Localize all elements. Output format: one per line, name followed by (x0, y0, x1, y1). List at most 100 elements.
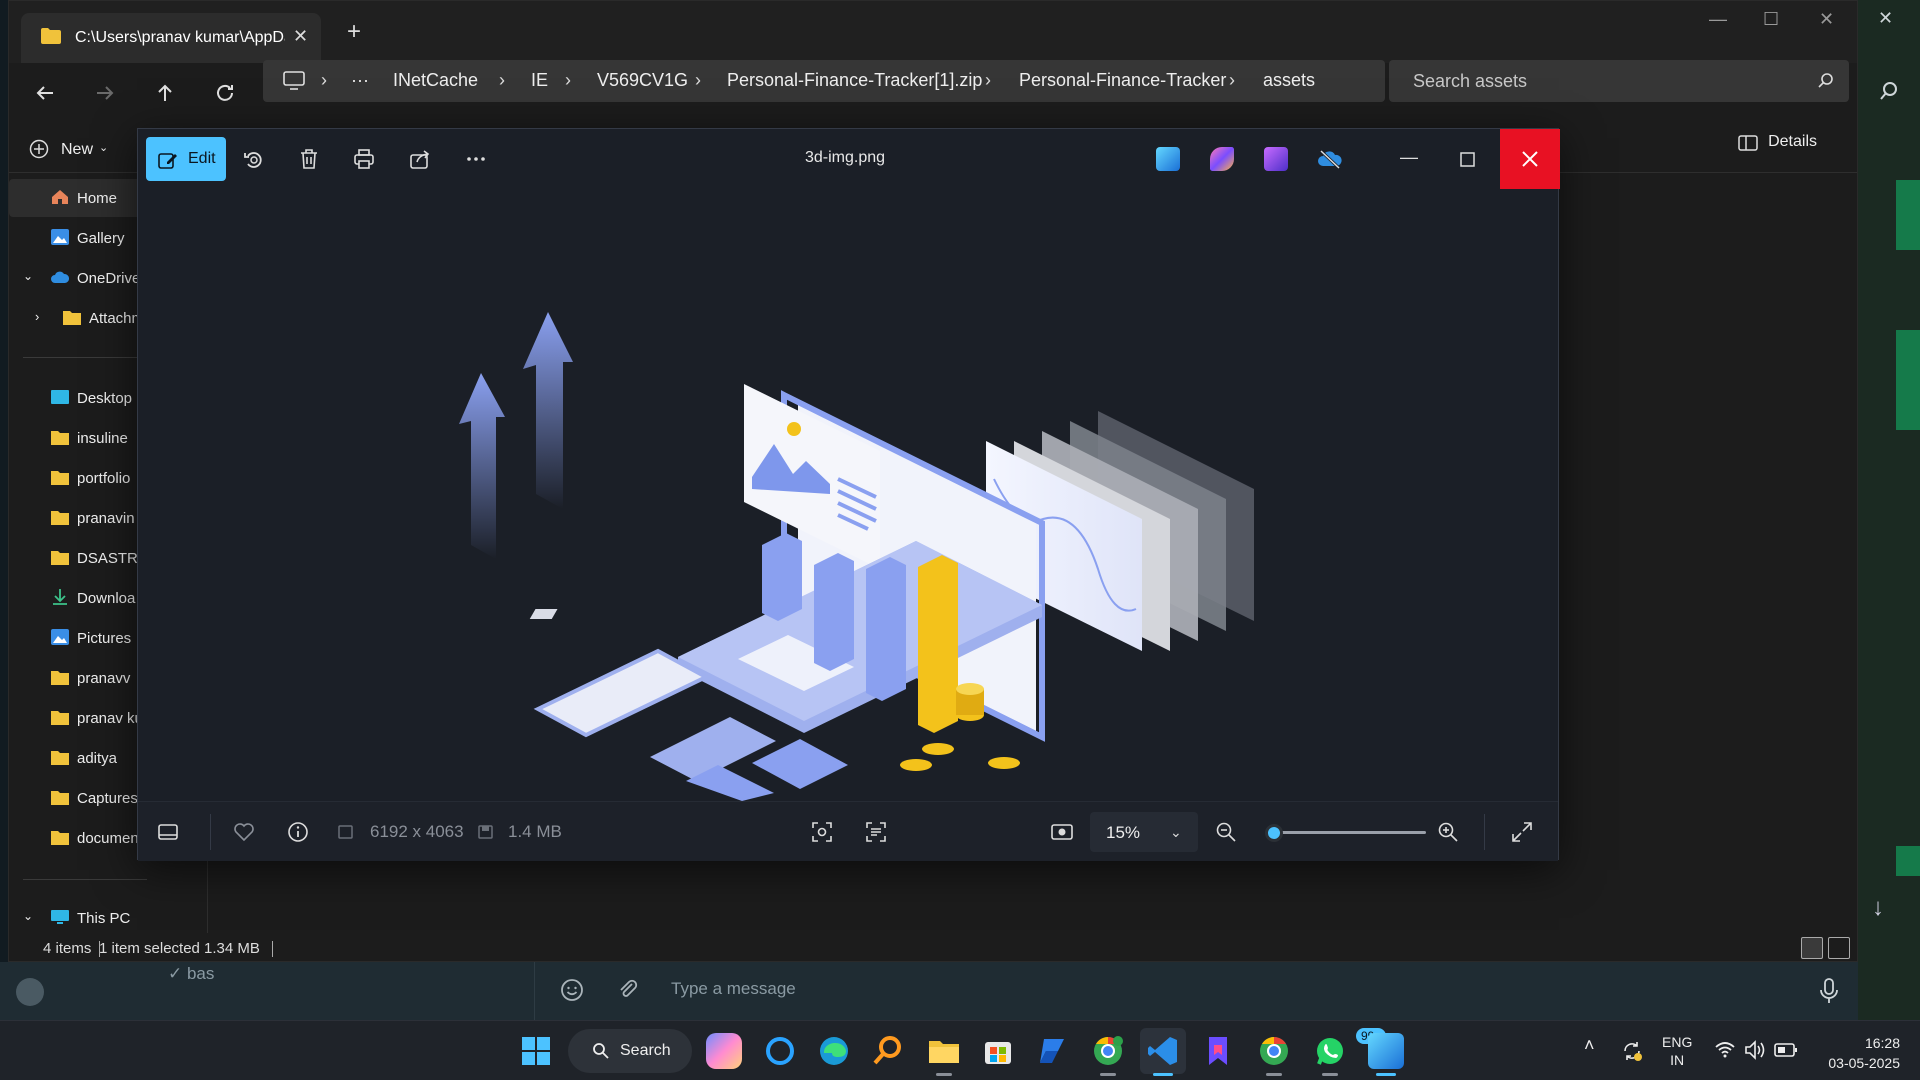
print-icon[interactable] (352, 147, 376, 171)
breadcrumb-more[interactable]: ··· (351, 70, 369, 91)
file-explorer-icon[interactable] (926, 1033, 962, 1069)
breadcrumb-item[interactable]: INetCache (393, 70, 478, 91)
attach-icon[interactable] (616, 978, 640, 1002)
sidebar-item-folder[interactable]: Captures (9, 779, 149, 817)
close-icon (1522, 151, 1538, 167)
emoji-icon[interactable] (560, 978, 584, 1002)
minimize-icon[interactable]: — (1709, 9, 1727, 30)
text-scan-icon[interactable] (864, 820, 888, 844)
rotate-icon[interactable] (242, 147, 266, 171)
sidebar-item-folder[interactable]: documen (9, 819, 149, 857)
download-icon (53, 589, 67, 605)
tiles-view-button[interactable] (1828, 937, 1850, 959)
sync-icon[interactable] (1620, 1039, 1644, 1063)
vscode-taskbar-item[interactable] (1140, 1028, 1186, 1074)
sidebar-item-downloads[interactable]: Downloa (9, 579, 149, 617)
tab-bar: C:\Users\pranav kumar\AppDa ✕ + — ☐ ✕ (9, 1, 1857, 63)
details-button[interactable]: Details (1738, 133, 1817, 151)
photos-icon[interactable] (1368, 1033, 1404, 1069)
sidebar-item-folder[interactable]: aditya (9, 739, 149, 777)
avatar[interactable] (16, 978, 44, 1006)
edit-button[interactable]: Edit (146, 137, 226, 181)
details-view-button[interactable] (1801, 937, 1823, 959)
breadcrumb-item[interactable]: IE (531, 70, 548, 91)
language-indicator[interactable]: ENG IN (1662, 1033, 1692, 1069)
store-icon[interactable] (980, 1033, 1016, 1069)
zoom-in-icon[interactable] (1436, 820, 1460, 844)
sidebar-item-attachments[interactable]: › Attachm (9, 299, 149, 337)
copilot-icon[interactable] (706, 1033, 742, 1069)
close-tab-icon[interactable]: ✕ (293, 26, 308, 47)
zoom-select[interactable]: 15% ⌄ (1090, 812, 1198, 852)
address-bar[interactable]: › ··· INetCache › IE › V569CV1G › Person… (263, 60, 1385, 102)
delete-icon[interactable] (297, 147, 321, 171)
sidebar-item-this-pc[interactable]: ⌄ This PC (9, 899, 149, 937)
bookmark-app-icon[interactable] (1200, 1033, 1236, 1069)
message-input[interactable]: Type a message (671, 979, 796, 999)
battery-icon[interactable] (1774, 1041, 1798, 1059)
close-button[interactable] (1500, 129, 1560, 189)
taskbar-search[interactable]: Search (568, 1029, 692, 1073)
volume-icon[interactable] (1744, 1039, 1766, 1061)
sidebar-item-folder[interactable]: pranav ku (9, 699, 149, 737)
minimize-icon[interactable]: — (1400, 147, 1418, 171)
clock[interactable]: 16:28 03-05-2025 (1816, 1033, 1900, 1073)
filmstrip-icon[interactable] (156, 820, 180, 844)
forward-icon[interactable] (93, 81, 117, 105)
designer-app-icon[interactable] (1210, 147, 1234, 171)
sidebar-item-desktop[interactable]: Desktop (9, 379, 149, 417)
sidebar-item-folder[interactable]: pranavin (9, 499, 149, 537)
more-icon[interactable] (464, 147, 488, 171)
new-tab-button[interactable]: + (347, 18, 361, 46)
microphone-icon[interactable] (1820, 978, 1838, 1004)
start-icon[interactable] (518, 1033, 554, 1069)
sidebar-item-folder[interactable]: pranavv (9, 659, 149, 697)
favorite-icon[interactable] (232, 820, 256, 844)
info-icon[interactable] (286, 820, 310, 844)
scroll-down-icon[interactable]: ↓ (1872, 894, 1884, 922)
close-icon[interactable]: ✕ (1819, 9, 1834, 30)
photos-app-icon[interactable] (1156, 147, 1180, 171)
maximize-icon[interactable] (1459, 147, 1477, 171)
zoom-out-icon[interactable] (1214, 820, 1238, 844)
back-icon[interactable] (33, 81, 57, 105)
full-screen-icon[interactable] (1510, 820, 1534, 844)
explorer-tab[interactable]: C:\Users\pranav kumar\AppDa ✕ (21, 13, 321, 63)
close-icon[interactable]: ✕ (1878, 8, 1893, 29)
breadcrumb-item[interactable]: Personal-Finance-Tracker[1].zip (727, 70, 982, 91)
sidebar-item-pictures[interactable]: Pictures (9, 619, 149, 657)
edge-icon[interactable] (816, 1033, 852, 1069)
image-canvas[interactable] (138, 189, 1558, 801)
cortana-icon[interactable] (762, 1033, 798, 1069)
chrome-profile-icon[interactable] (1090, 1033, 1126, 1069)
refresh-icon[interactable] (213, 81, 237, 105)
sidebar-item-folder[interactable]: portfolio (9, 459, 149, 497)
search-input[interactable]: Search assets (1389, 60, 1849, 102)
breadcrumb-item[interactable]: Personal-Finance-Tracker (1019, 70, 1226, 91)
sidebar-item-onedrive[interactable]: ⌄ OneDrive (9, 259, 149, 297)
up-icon[interactable] (153, 81, 177, 105)
maximize-icon[interactable]: ☐ (1763, 9, 1779, 30)
chevron-up-icon[interactable]: ˄ (1584, 1035, 1595, 1056)
sidebar-item-folder[interactable]: DSASTRI (9, 539, 149, 577)
breadcrumb-item[interactable]: assets (1263, 70, 1315, 91)
wifi-icon[interactable] (1714, 1039, 1736, 1061)
sidebar-item-folder[interactable]: insuline (9, 419, 149, 457)
zoom-slider[interactable] (1265, 824, 1426, 842)
clipchamp-app-icon[interactable] (1264, 147, 1288, 171)
visual-search-icon[interactable] (810, 820, 834, 844)
chrome-icon[interactable] (1256, 1033, 1292, 1069)
onedrive-off-icon[interactable] (1318, 147, 1342, 171)
sidebar-item-gallery[interactable]: Gallery (9, 219, 149, 257)
highlight-bar (918, 555, 958, 733)
zoom-slider-thumb[interactable] (1265, 824, 1283, 842)
whatsapp-icon[interactable] (1312, 1033, 1348, 1069)
search-icon[interactable] (1878, 80, 1900, 102)
fit-to-window-icon[interactable] (1050, 820, 1074, 844)
search-app-icon[interactable] (870, 1033, 906, 1069)
sidebar-item-home[interactable]: Home (9, 179, 149, 217)
power-automate-icon[interactable] (1034, 1033, 1070, 1069)
breadcrumb-item[interactable]: V569CV1G (597, 70, 688, 91)
share-icon[interactable] (408, 147, 432, 171)
running-indicator (1100, 1073, 1116, 1076)
